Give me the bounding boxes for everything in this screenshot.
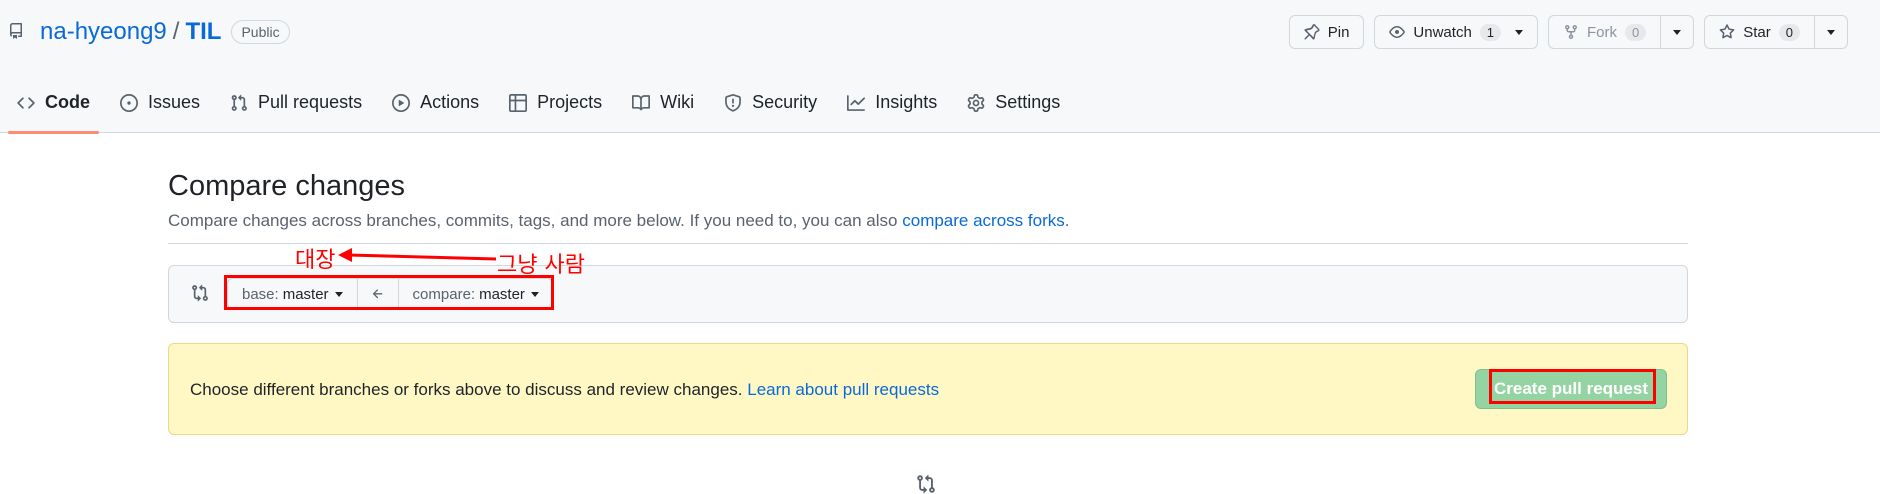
annotation-compare-note: 그냥 사람 <box>497 253 585 278</box>
fork-button[interactable]: Fork 0 <box>1548 15 1695 49</box>
tab-insights[interactable]: Insights <box>838 88 946 133</box>
star-label: Star <box>1743 23 1771 41</box>
pull-request-icon <box>231 94 247 111</box>
chevron-down-icon[interactable] <box>1515 29 1524 35</box>
play-icon <box>392 94 411 112</box>
repo-actions: Pin Unwatch 1 Fork 0 Star 0 <box>1288 15 1848 49</box>
annotation-box-branches <box>224 275 554 310</box>
tab-settings[interactable]: Settings <box>958 88 1069 133</box>
tab-pull-requests[interactable]: Pull requests <box>221 88 371 133</box>
tab-pull-requests-label: Pull requests <box>258 92 363 112</box>
page-title: Compare changes <box>168 170 405 202</box>
star-icon <box>1719 24 1735 39</box>
tab-issues-label: Issues <box>148 92 201 112</box>
fork-counter: 0 <box>1625 23 1647 41</box>
tab-actions[interactable]: Actions <box>383 88 488 133</box>
book-icon <box>632 95 651 111</box>
git-compare-icon <box>192 284 208 302</box>
unwatch-button[interactable]: Unwatch 1 <box>1374 15 1539 49</box>
tab-code[interactable]: Code <box>8 88 99 134</box>
tab-projects[interactable]: Projects <box>500 88 611 133</box>
eye-icon <box>1389 26 1406 38</box>
star-dropdown[interactable] <box>1814 16 1847 48</box>
tab-issues[interactable]: Issues <box>111 88 209 133</box>
gear-icon <box>967 94 985 112</box>
flash-text: Choose different branches or forks above… <box>190 380 748 399</box>
subtitle-end: . <box>1064 211 1070 230</box>
code-icon <box>17 97 35 109</box>
watch-counter: 1 <box>1479 23 1502 41</box>
pin-label: Pin <box>1327 23 1350 41</box>
tab-wiki-label: Wiki <box>660 92 695 112</box>
tab-code-label: Code <box>45 92 90 112</box>
git-compare-icon <box>917 474 935 494</box>
chevron-down-icon <box>1673 29 1682 35</box>
divider <box>168 243 1688 244</box>
subtitle-text: Compare changes across branches, commits… <box>168 211 903 230</box>
star-counter: 0 <box>1778 23 1800 41</box>
page-subtitle: Compare changes across branches, commits… <box>168 211 1069 231</box>
tab-settings-label: Settings <box>995 92 1061 112</box>
flash-message: Choose different branches or forks above… <box>190 380 939 400</box>
star-button[interactable]: Star 0 <box>1704 15 1848 49</box>
fork-label: Fork <box>1587 23 1618 41</box>
repo-nav-tabs: Code Issues Pull requests Actions Projec… <box>8 88 1081 134</box>
repo-separator: / <box>172 18 180 45</box>
tab-security[interactable]: Security <box>715 88 826 133</box>
graph-icon <box>847 95 866 111</box>
fork-icon <box>1565 25 1578 40</box>
issue-icon <box>120 94 138 112</box>
tab-actions-label: Actions <box>420 92 480 112</box>
pin-button[interactable]: Pin <box>1288 15 1365 49</box>
repo-name-link[interactable]: TIL <box>185 18 221 46</box>
visibility-badge: Public <box>231 20 290 44</box>
unwatch-label: Unwatch <box>1413 23 1472 41</box>
tab-insights-label: Insights <box>875 92 938 112</box>
annotation-box-create-pr <box>1489 369 1656 404</box>
pin-icon <box>1304 24 1320 40</box>
repo-title: na-hyeong9 / TIL Public <box>8 17 290 47</box>
annotation-base-note: 대장 <box>295 248 336 273</box>
tab-security-label: Security <box>752 92 818 112</box>
learn-about-pull-requests-link[interactable]: Learn about pull requests <box>747 380 939 399</box>
tab-projects-label: Projects <box>537 92 603 112</box>
compare-flash-notice: Choose different branches or forks above… <box>168 343 1688 435</box>
repo-header: na-hyeong9 / TIL Public Pin Unwatch 1 Fo… <box>0 0 1880 134</box>
table-icon <box>509 94 528 112</box>
fork-dropdown[interactable] <box>1660 16 1693 48</box>
repo-icon <box>8 21 26 43</box>
tab-wiki[interactable]: Wiki <box>623 88 703 133</box>
repo-owner-link[interactable]: na-hyeong9 <box>40 18 167 46</box>
shield-icon <box>725 94 742 112</box>
compare-across-forks-link[interactable]: compare across forks <box>902 211 1065 230</box>
chevron-down-icon <box>1827 29 1835 35</box>
